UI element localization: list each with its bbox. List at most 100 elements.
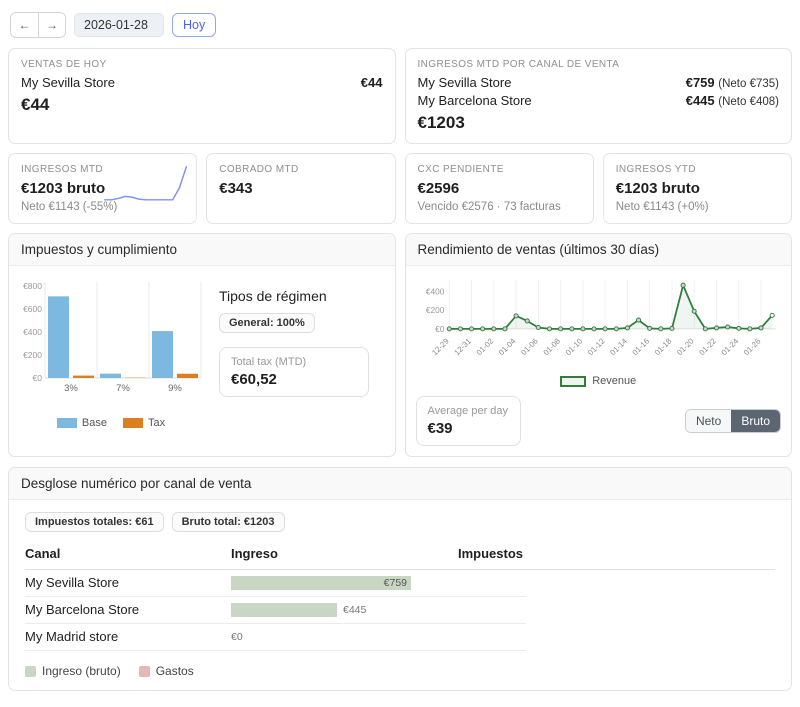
legend-item-tax: Tax xyxy=(123,417,165,429)
legend-item-gastos: Gastos xyxy=(139,664,194,678)
table-row: My Barcelona Store €445 xyxy=(25,597,526,624)
legend-label: Tax xyxy=(148,417,165,429)
arrow-right-icon: → xyxy=(46,18,58,32)
card-value: €1203 bruto xyxy=(616,180,779,197)
table-row: My Madrid store €0 xyxy=(25,624,526,651)
card-title: INGRESOS MTD POR CANAL DE VENTA xyxy=(418,59,780,70)
arrow-left-icon: ← xyxy=(19,18,31,32)
ingreso-bar: €759 xyxy=(231,576,411,590)
card-title: INGRESOS YTD xyxy=(616,164,779,175)
total-tax-box: Total tax (MTD) €60,52 xyxy=(219,347,369,397)
neto-bruto-toggle: Neto Bruto xyxy=(685,409,781,433)
svg-text:01-08: 01-08 xyxy=(541,337,561,357)
svg-text:€0: €0 xyxy=(33,373,43,383)
regimen-badge: General: 100% xyxy=(219,313,315,333)
canal-cell: My Sevilla Store xyxy=(25,575,231,590)
svg-text:01-14: 01-14 xyxy=(608,336,629,357)
card-value: €343 xyxy=(219,180,382,197)
rendimiento-body: €0€200€40012-2912-3101-0201-0401-0601-08… xyxy=(406,266,792,456)
impuestos-body: €0€200€400€600€8003%7%9% Base Tax Tipos … xyxy=(9,266,395,437)
ingreso-value: €759 xyxy=(384,577,411,589)
svg-text:€0: €0 xyxy=(435,324,445,334)
card-ingresos-ytd: INGRESOS YTD €1203 bruto Neto €1143 (+0%… xyxy=(603,153,792,224)
svg-text:01-22: 01-22 xyxy=(697,337,717,357)
column-canal: Canal xyxy=(25,546,231,561)
svg-text:01-04: 01-04 xyxy=(496,336,517,357)
svg-text:01-20: 01-20 xyxy=(675,336,696,357)
channel-label: My Barcelona Store xyxy=(418,93,532,108)
legend-label: Revenue xyxy=(592,375,636,387)
tax-chart-legend: Base Tax xyxy=(15,417,207,429)
svg-text:01-16: 01-16 xyxy=(630,337,650,357)
svg-text:€200: €200 xyxy=(23,350,42,360)
channel-value: €759 (Neto €735) xyxy=(686,75,779,90)
average-label: Average per day xyxy=(428,405,509,417)
svg-text:01-18: 01-18 xyxy=(652,337,672,357)
svg-text:€600: €600 xyxy=(23,304,42,314)
channel-value: €445 (Neto €408) xyxy=(686,93,779,108)
next-day-button[interactable]: → xyxy=(38,13,65,37)
card-total: €1203 xyxy=(418,113,780,133)
card-title: COBRADO MTD xyxy=(219,164,382,175)
panel-impuestos: Impuestos y cumplimiento €0€200€400€600€… xyxy=(8,233,396,457)
regimen-column: Tipos de régimen General: 100% Total tax… xyxy=(219,276,369,429)
legend-item-ingreso: Ingreso (bruto) xyxy=(25,664,121,678)
panel-title: Rendimiento de ventas (últimos 30 días) xyxy=(406,234,792,266)
panel-title: Impuestos y cumplimiento xyxy=(9,234,395,266)
svg-text:01-06: 01-06 xyxy=(519,337,539,357)
ingreso-cell: €0 xyxy=(231,631,526,643)
channel-label: My Sevilla Store xyxy=(418,75,512,90)
svg-text:€400: €400 xyxy=(425,287,444,297)
svg-text:01-02: 01-02 xyxy=(474,337,494,357)
ingreso-value: €0 xyxy=(231,631,243,643)
legend-label: Base xyxy=(82,417,107,429)
date-input[interactable] xyxy=(74,13,164,37)
ingreso-cell: €759 xyxy=(231,576,526,590)
channel-row: My Sevilla Store €44 xyxy=(21,75,383,90)
impuestos-totales-badge: Impuestos totales: €61 xyxy=(25,512,164,532)
card-value: €2596 xyxy=(418,180,581,197)
revenue-line-chart: €0€200€40012-2912-3101-0201-0401-0601-08… xyxy=(416,272,780,374)
table-row: My Sevilla Store €759 xyxy=(25,570,526,597)
column-impuestos: Impuestos xyxy=(458,546,775,561)
legend-label: Ingreso (bruto) xyxy=(42,664,121,678)
card-subtext: Vencido €2576 · 73 facturas xyxy=(418,201,581,213)
panel-title: Desglose numérico por canal de venta xyxy=(9,468,791,500)
channel-row: My Sevilla Store €759 (Neto €735) xyxy=(418,75,780,90)
svg-text:01-10: 01-10 xyxy=(563,336,584,357)
bruto-total-badge: Bruto total: €1203 xyxy=(172,512,285,532)
tax-chart-column: €0€200€400€600€8003%7%9% Base Tax xyxy=(15,276,207,429)
card-ventas-hoy: VENTAS DE HOY My Sevilla Store €44 €44 xyxy=(8,48,396,144)
dashboard-page: ← → Hoy VENTAS DE HOY My Sevilla Store €… xyxy=(0,0,800,707)
gross-value: €759 xyxy=(686,75,715,90)
rendimiento-footer: Average per day €39 Neto Bruto xyxy=(416,396,782,446)
prev-day-button[interactable]: ← xyxy=(11,13,38,37)
legend-item-base: Base xyxy=(57,417,107,429)
regimen-title: Tipos de régimen xyxy=(219,288,369,304)
card-title: CXC PENDIENTE xyxy=(418,164,581,175)
card-ingresos-mtd-canal: INGRESOS MTD POR CANAL DE VENTA My Sevil… xyxy=(405,48,793,144)
ingreso-value: €445 xyxy=(343,604,366,616)
card-cobrado-mtd: COBRADO MTD €343 xyxy=(206,153,395,224)
mtd-trend-sparkline xyxy=(102,164,190,206)
svg-text:12-29: 12-29 xyxy=(430,337,450,357)
date-nav-group: ← → xyxy=(10,12,66,38)
svg-text:12-31: 12-31 xyxy=(452,337,472,357)
svg-text:3%: 3% xyxy=(64,383,78,394)
average-per-day-box: Average per day €39 xyxy=(416,396,521,446)
gross-value: €445 xyxy=(686,93,715,108)
svg-text:€800: €800 xyxy=(23,281,42,291)
canal-cell: My Madrid store xyxy=(25,629,231,644)
today-button[interactable]: Hoy xyxy=(172,13,216,37)
net-note: (Neto €735) xyxy=(718,78,779,90)
toggle-neto[interactable]: Neto xyxy=(686,410,731,432)
net-note: (Neto €408) xyxy=(718,96,779,108)
gastos-swatch-icon xyxy=(139,666,150,677)
desglose-body: Impuestos totales: €61 Bruto total: €120… xyxy=(9,500,791,690)
revenue-legend: Revenue xyxy=(416,375,782,387)
panel-rendimiento: Rendimiento de ventas (últimos 30 días) … xyxy=(405,233,793,457)
table-legend: Ingreso (bruto) Gastos xyxy=(25,664,775,678)
toggle-bruto[interactable]: Bruto xyxy=(731,410,780,432)
svg-text:01-24: 01-24 xyxy=(719,336,740,357)
table-header-row: Canal Ingreso Impuestos xyxy=(25,544,775,570)
